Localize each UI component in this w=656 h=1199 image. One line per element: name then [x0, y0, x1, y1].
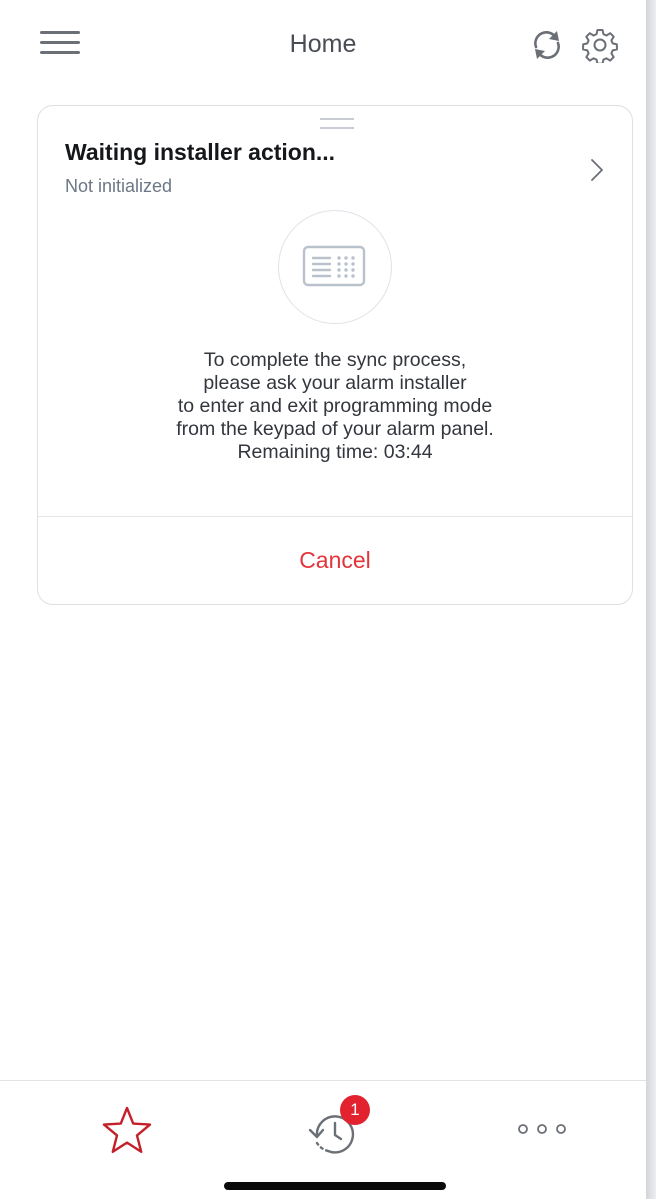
window-edge-shadow — [646, 0, 656, 1199]
drag-handle[interactable] — [320, 118, 354, 130]
sync-instructions: To complete the sync process, please ask… — [38, 349, 632, 464]
app-screen: Home Waiting installer action... Not ini… — [0, 0, 647, 1199]
keypad-illustration — [278, 210, 392, 324]
sync-status-card: Waiting installer action... Not initiali… — [37, 105, 633, 605]
chevron-right-icon[interactable] — [590, 158, 604, 182]
remaining-time: Remaining time: 03:44 — [237, 441, 433, 463]
gear-icon[interactable] — [582, 27, 618, 65]
card-title: Waiting installer action... — [65, 139, 336, 165]
top-bar: Home — [0, 0, 646, 92]
instruction-line: from the keypad of your alarm panel. — [176, 418, 494, 440]
refresh-icon[interactable] — [530, 28, 564, 62]
instruction-line: To complete the sync process, — [203, 349, 467, 371]
star-icon[interactable] — [101, 1105, 153, 1155]
keypad-icon — [302, 245, 366, 287]
card-subtitle: Not initialized — [65, 176, 173, 196]
more-dots-icon[interactable] — [515, 1121, 569, 1137]
history-tab[interactable]: 1 — [304, 1095, 370, 1161]
home-indicator[interactable] — [224, 1182, 446, 1190]
notification-badge: 1 — [340, 1095, 370, 1125]
instruction-line: please ask your alarm installer — [203, 372, 467, 394]
cancel-button[interactable]: Cancel — [38, 517, 632, 603]
instruction-line: to enter and exit programming mode — [177, 395, 493, 417]
